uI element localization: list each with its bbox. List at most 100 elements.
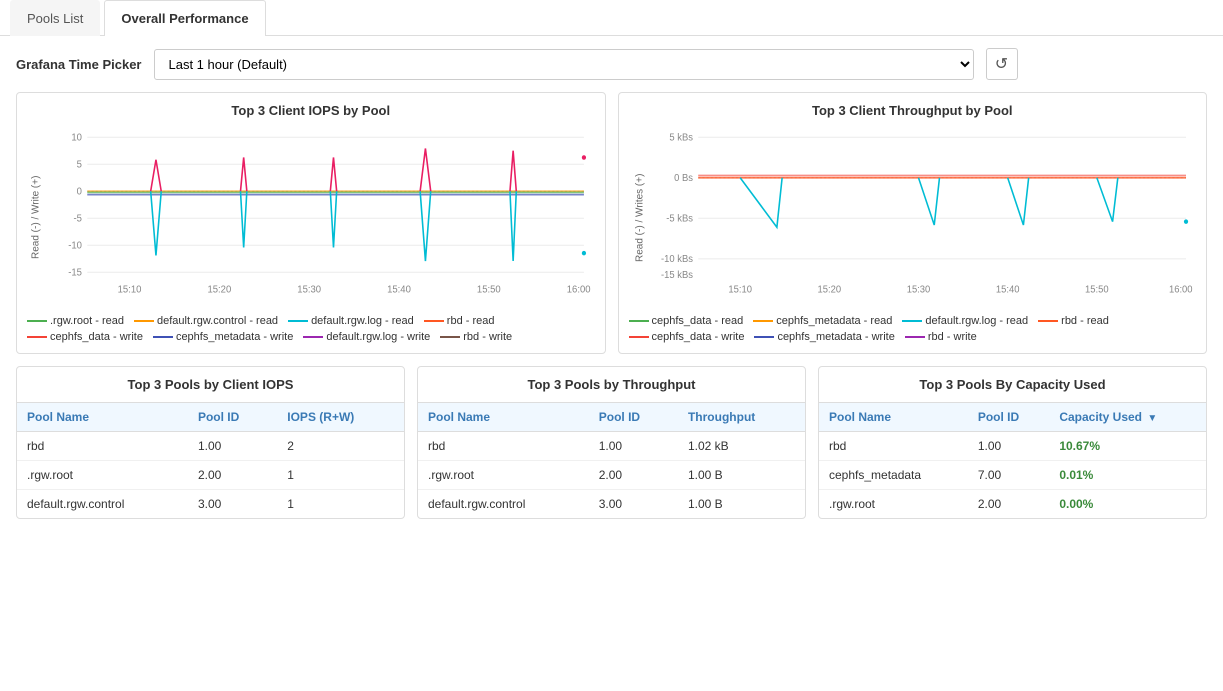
throughput-chart-legend: cephfs_data - read cephfs_metadata - rea…: [629, 315, 1197, 343]
svg-text:15:30: 15:30: [906, 284, 930, 295]
tp-row1-val: 1.02 kB: [678, 432, 805, 461]
tables-row: Top 3 Pools by Client IOPS Pool Name Poo…: [0, 366, 1223, 535]
throughput-chart-box: Top 3 Client Throughput by Pool Read (-)…: [618, 92, 1208, 354]
iops-row3-name: default.rgw.control: [17, 490, 188, 519]
table-row: default.rgw.control 3.00 1.00 B: [418, 490, 805, 519]
tab-pools-list[interactable]: Pools List: [10, 0, 100, 36]
iops-row1-name: rbd: [17, 432, 188, 461]
throughput-chart-svg: 5 kBs 0 Bs -5 kBs -10 kBs -15 kBs 15:10 …: [651, 126, 1197, 306]
legend-item-rbd-write: rbd - write: [440, 331, 512, 343]
tp-row3-name: default.rgw.control: [418, 490, 589, 519]
iops-chart-box: Top 3 Client IOPS by Pool Read (-) / Wri…: [16, 92, 606, 354]
table-row: .rgw.root 2.00 1: [17, 461, 404, 490]
svg-text:16:00: 16:00: [1168, 284, 1192, 295]
table-row: rbd 1.00 1.02 kB: [418, 432, 805, 461]
time-picker-row: Grafana Time Picker Last 5 minutesLast 1…: [0, 36, 1223, 92]
tp-row2-val: 1.00 B: [678, 461, 805, 490]
legend-item-rgwroot-read: .rgw.root - read: [27, 315, 124, 327]
svg-text:-5 kBs: -5 kBs: [666, 213, 693, 224]
cap-row1-val: 10.67%: [1049, 432, 1206, 461]
table-row: cephfs_metadata 7.00 0.01%: [819, 461, 1206, 490]
legend-item-rbd-read: rbd - read: [424, 315, 495, 327]
svg-text:15:10: 15:10: [118, 284, 142, 295]
cap-col-pool-name[interactable]: Pool Name: [819, 403, 968, 432]
throughput-table: Pool Name Pool ID Throughput rbd 1.00 1.…: [418, 402, 805, 518]
charts-row: Top 3 Client IOPS by Pool Read (-) / Wri…: [0, 92, 1223, 366]
iops-row1-val: 2: [277, 432, 404, 461]
tabs-container: Pools List Overall Performance: [0, 0, 1223, 36]
table-row: rbd 1.00 2: [17, 432, 404, 461]
tp-row3-id: 3.00: [589, 490, 678, 519]
svg-text:-15: -15: [68, 267, 82, 278]
cap-row2-id: 7.00: [968, 461, 1049, 490]
svg-text:15:20: 15:20: [817, 284, 841, 295]
tp-row2-id: 2.00: [589, 461, 678, 490]
svg-text:-5: -5: [74, 213, 83, 224]
cap-row3-val: 0.00%: [1049, 490, 1206, 519]
table-row: default.rgw.control 3.00 1: [17, 490, 404, 519]
svg-text:15:40: 15:40: [387, 284, 411, 295]
iops-col-iops[interactable]: IOPS (R+W): [277, 403, 404, 432]
svg-text:15:50: 15:50: [477, 284, 501, 295]
svg-text:-15 kBs: -15 kBs: [661, 270, 693, 281]
legend-rbd-read-tp: rbd - read: [1038, 315, 1109, 327]
cap-row3-name: .rgw.root: [819, 490, 968, 519]
svg-text:-10: -10: [68, 240, 82, 251]
svg-text:10: 10: [71, 132, 82, 143]
throughput-chart-title: Top 3 Client Throughput by Pool: [629, 103, 1197, 118]
time-picker-label: Grafana Time Picker: [16, 57, 142, 72]
iops-row1-id: 1.00: [188, 432, 277, 461]
svg-text:15:10: 15:10: [728, 284, 752, 295]
iops-chart-svg: 10 5 0 -5 -10 -15 15:10 15:20 15:30 15:4…: [45, 126, 595, 306]
svg-text:-10 kBs: -10 kBs: [661, 254, 693, 265]
iops-table-box: Top 3 Pools by Client IOPS Pool Name Poo…: [16, 366, 405, 519]
legend-item-cephfs-meta-write: cephfs_metadata - write: [153, 331, 293, 343]
cap-col-capacity[interactable]: Capacity Used ▼: [1049, 403, 1206, 432]
iops-col-pool-id[interactable]: Pool ID: [188, 403, 277, 432]
cap-row3-id: 2.00: [968, 490, 1049, 519]
tp-col-pool-id[interactable]: Pool ID: [589, 403, 678, 432]
throughput-table-title: Top 3 Pools by Throughput: [418, 367, 805, 402]
legend-cephfs-meta-write-tp: cephfs_metadata - write: [754, 331, 894, 343]
svg-text:0 Bs: 0 Bs: [674, 173, 693, 184]
tp-row3-val: 1.00 B: [678, 490, 805, 519]
capacity-table: Pool Name Pool ID Capacity Used ▼ rbd 1.…: [819, 402, 1206, 518]
iops-col-pool-name[interactable]: Pool Name: [17, 403, 188, 432]
iops-chart-legend: .rgw.root - read default.rgw.control - r…: [27, 315, 595, 343]
legend-item-cephfs-data-write: cephfs_data - write: [27, 331, 143, 343]
legend-cephfs-data-write-tp: cephfs_data - write: [629, 331, 745, 343]
iops-chart-title: Top 3 Client IOPS by Pool: [27, 103, 595, 118]
throughput-y-axis-label: Read (-) / Writes (+): [629, 126, 651, 309]
iops-table-title: Top 3 Pools by Client IOPS: [17, 367, 404, 402]
iops-row3-id: 3.00: [188, 490, 277, 519]
svg-text:15:40: 15:40: [995, 284, 1019, 295]
iops-row3-val: 1: [277, 490, 404, 519]
legend-cephfs-meta-read: cephfs_metadata - read: [753, 315, 892, 327]
svg-text:5 kBs: 5 kBs: [669, 132, 693, 143]
tp-row1-name: rbd: [418, 432, 589, 461]
legend-item-control-read: default.rgw.control - read: [134, 315, 278, 327]
cap-col-pool-id[interactable]: Pool ID: [968, 403, 1049, 432]
tp-col-pool-name[interactable]: Pool Name: [418, 403, 589, 432]
iops-row2-val: 1: [277, 461, 404, 490]
iops-table: Pool Name Pool ID IOPS (R+W) rbd 1.00 2 …: [17, 402, 404, 518]
capacity-table-title: Top 3 Pools By Capacity Used: [819, 367, 1206, 402]
tab-overall-performance[interactable]: Overall Performance: [104, 0, 265, 36]
time-picker-select[interactable]: Last 5 minutesLast 15 minutesLast 30 min…: [154, 49, 974, 80]
table-row: rbd 1.00 10.67%: [819, 432, 1206, 461]
legend-item-log-read: default.rgw.log - read: [288, 315, 414, 327]
capacity-table-box: Top 3 Pools By Capacity Used Pool Name P…: [818, 366, 1207, 519]
tp-col-throughput[interactable]: Throughput: [678, 403, 805, 432]
sort-icon: ▼: [1147, 413, 1157, 424]
svg-text:0: 0: [77, 186, 83, 197]
refresh-button[interactable]: ↺: [986, 48, 1018, 80]
svg-text:5: 5: [77, 159, 83, 170]
cap-row2-val: 0.01%: [1049, 461, 1206, 490]
iops-row2-name: .rgw.root: [17, 461, 188, 490]
iops-row2-id: 2.00: [188, 461, 277, 490]
iops-y-axis-label: Read (-) / Write (+): [27, 126, 45, 309]
legend-rbd-write-tp: rbd - write: [905, 331, 977, 343]
tp-row2-name: .rgw.root: [418, 461, 589, 490]
table-row: .rgw.root 2.00 0.00%: [819, 490, 1206, 519]
table-row: .rgw.root 2.00 1.00 B: [418, 461, 805, 490]
